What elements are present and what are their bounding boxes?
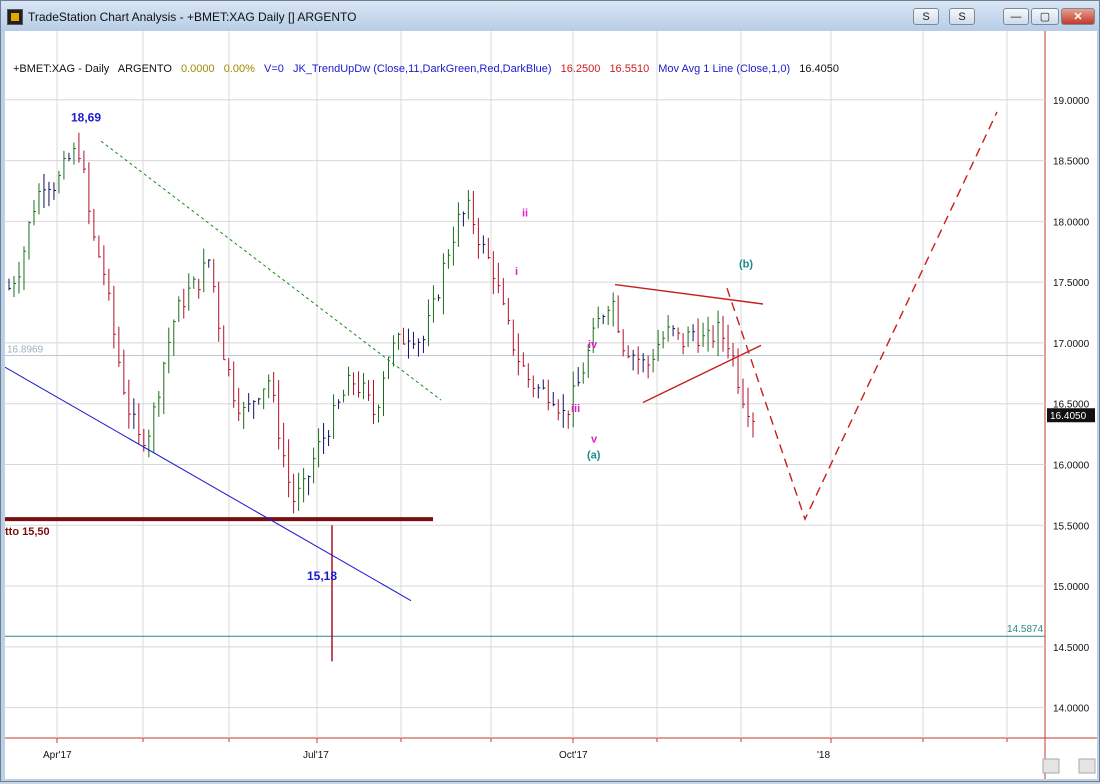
level-2-label: 14.5874 [1007,624,1044,635]
change-percent: 0.00% [223,63,255,75]
indicator-trend: JK_TrendUpDw (Close,11,DarkGreen,Red,Dar… [292,63,552,75]
status-line: +BMET:XAG - Daily ARGENTO 0.0000 0.00% V… [13,63,845,75]
low-label: 15,18 [307,569,337,583]
grid-lines [5,31,1097,779]
trend-lines [4,111,998,602]
x-tick-label: Oct'17 [559,750,588,761]
x-tick-label: Jul'17 [303,750,329,761]
support-label: tto 15,50 [5,526,50,538]
y-tick-label: 14.5000 [1053,643,1090,654]
down-trend-line [4,366,412,602]
chart-window: TradeStation Chart Analysis - +BMET:XAG … [0,0,1100,782]
wave-b-label: (b) [739,259,753,271]
style-button-2[interactable]: S [949,8,975,25]
y-tick-label: 18.0000 [1053,217,1090,228]
minimize-button[interactable]: — [1003,8,1029,25]
y-tick-label: 16.0000 [1053,460,1090,471]
y-tick-label: 15.5000 [1053,521,1090,532]
wave-i-label: i [515,266,518,278]
y-tick-label: 18.5000 [1053,157,1090,168]
price-axis: 14.000014.500015.000015.500016.000016.50… [1053,96,1090,715]
indicator-mavg: Mov Avg 1 Line (Close,1,0) [658,63,791,75]
time-axis: Apr'17 Jul'17 Oct'17 '18 [43,738,1096,774]
price-bars [8,132,755,662]
horizontal-levels [5,354,1045,637]
high-label: 18,69 [71,111,101,125]
indicator-trend-value-1: 16.2500 [560,63,601,75]
y-tick-label: 19.0000 [1053,96,1090,107]
wave-ii-label: ii [522,207,528,219]
wave-iv-label: iv [588,339,598,351]
price-chart[interactable]: 14.000014.500015.000015.500016.000016.50… [4,31,1097,779]
projection-path [726,111,998,522]
title-bar[interactable]: TradeStation Chart Analysis - +BMET:XAG … [1,1,1099,31]
app-icon [7,9,23,25]
y-tick-label: 14.0000 [1053,704,1090,715]
current-price-tag: 16.4050 [1050,411,1087,422]
scroll-left-button [1042,758,1060,774]
x-tick-label: '18 [817,750,830,761]
indicator-mavg-value: 16.4050 [799,63,839,75]
chart-area[interactable]: 14.0000 14.5000 15.0000 15.5000 16.0000 16.50… [4,31,1097,779]
y-tick-label: 17.5000 [1053,278,1090,289]
window-title: TradeStation Chart Analysis - +BMET:XAG … [28,10,357,24]
indicator-trend-value-2: 16.5510 [609,63,650,75]
x-tick-label: Apr'17 [43,750,72,761]
wave-a-label: (a) [587,449,601,461]
y-tick-label: 17.0000 [1053,339,1090,350]
maximize-button[interactable]: ▢ [1031,8,1059,25]
y-tick-label: 15.0000 [1053,582,1090,593]
wave-v-label: v [591,434,598,446]
scroll-right-button [1078,758,1096,774]
instrument-name: ARGENTO [117,63,172,75]
style-button-1[interactable]: S [913,8,939,25]
resistance-dashed-line [100,140,442,401]
level-1-label: 16.8969 [7,344,44,355]
wave-iii-label: iii [571,403,580,415]
change-value: 0.0000 [181,63,215,75]
symbol-label: +BMET:XAG - Daily [13,63,110,75]
close-button[interactable]: ✕ [1061,8,1095,25]
volume-value: V=0 [263,63,284,75]
